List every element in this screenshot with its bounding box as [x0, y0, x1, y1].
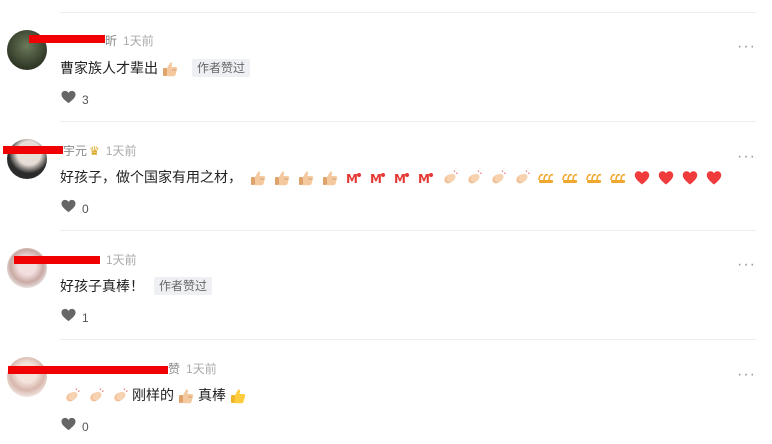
like-button[interactable]: 0	[61, 417, 89, 436]
thumbs-up-yellow-emoji-icon	[230, 388, 246, 404]
thumbs-up-emoji-icon	[162, 61, 178, 77]
like-count: 0	[82, 201, 89, 216]
emoji-group	[174, 386, 198, 403]
comment-text-2: 真棒	[198, 387, 226, 403]
comment-text-row: 好孩子，做个国家有用之材， MMMM	[60, 167, 726, 187]
clap-emoji-icon	[112, 387, 128, 404]
thumbs-up-emoji-icon	[298, 170, 314, 186]
comment-text: 曹家族人才辈出	[60, 60, 158, 76]
more-icon[interactable]: ···	[737, 149, 756, 165]
heart-icon	[61, 199, 76, 218]
emoji-group: MMMM	[246, 168, 726, 186]
comment-time: 1天前	[186, 362, 217, 376]
like-count: 3	[82, 92, 89, 107]
avatar[interactable]	[7, 357, 47, 397]
heart-emoji-icon	[682, 170, 698, 186]
svg-text:M: M	[394, 172, 406, 186]
svg-text:M: M	[346, 172, 358, 186]
redaction-bar	[3, 146, 63, 154]
heart-icon	[61, 417, 76, 436]
cheer-text-emoji-icon: M	[418, 170, 434, 186]
comment-text: 好孩子，做个国家有用之材，	[60, 169, 242, 185]
comment-item: 昕 1天前 ··· 曹家族人才辈出 作者赞过 3	[0, 13, 772, 122]
cheer-text-emoji-icon: M	[394, 170, 410, 186]
comment-meta: 赞 1天前	[168, 360, 217, 377]
heart-emoji-icon	[658, 170, 674, 186]
clap-emoji-icon	[442, 169, 458, 186]
comment-list: 昕 1天前 ··· 曹家族人才辈出 作者赞过 3 宇元 ♛ 1天前 ··· 好孩子，做…	[0, 0, 772, 444]
comment-time: 1天前	[106, 253, 137, 267]
user-name[interactable]: 赞	[168, 362, 180, 376]
thumbs-up-emoji-icon	[178, 388, 194, 404]
like-button[interactable]: 3	[61, 90, 89, 109]
comment-text-row: 好孩子真棒！ 作者赞过	[60, 276, 213, 296]
more-icon[interactable]: ···	[737, 367, 756, 383]
comment-meta: 昕 1天前	[105, 32, 154, 49]
svg-text:M: M	[418, 172, 430, 186]
more-icon[interactable]: ···	[737, 39, 756, 55]
cheer-text-emoji-icon: M	[370, 170, 386, 186]
clap-emoji-icon	[88, 387, 104, 404]
redaction-bar	[29, 35, 105, 43]
comment-text-row: 曹家族人才辈出 作者赞过	[60, 58, 251, 78]
thumbs-up-emoji-icon	[250, 170, 266, 186]
heart-emoji-icon	[706, 170, 722, 186]
clap-emoji-icon	[490, 169, 506, 186]
666-text-emoji-icon	[538, 170, 554, 186]
user-name[interactable]: 昕	[105, 34, 117, 48]
comment-text: 好孩子真棒！	[60, 278, 144, 294]
crown-icon: ♛	[89, 144, 100, 158]
heart-icon	[61, 90, 76, 109]
666-text-emoji-icon	[610, 170, 626, 186]
svg-text:M: M	[370, 172, 382, 186]
emoji-group	[60, 386, 132, 403]
user-name[interactable]: 宇元	[63, 144, 87, 158]
thumbs-up-emoji-icon	[274, 170, 290, 186]
comment-item: 赞 1天前 ··· 刚样的 真棒 0	[0, 340, 772, 444]
heart-emoji-icon	[634, 170, 650, 186]
author-liked-badge: 作者赞过	[154, 277, 213, 295]
heart-icon	[61, 308, 76, 327]
666-text-emoji-icon	[562, 170, 578, 186]
comment-time: 1天前	[105, 144, 137, 158]
comment-time: 1天前	[123, 34, 154, 48]
more-icon[interactable]: ···	[737, 257, 756, 273]
thumbs-up-emoji-icon	[322, 170, 338, 186]
comment-item: 宇元 ♛ 1天前 ··· 好孩子，做个国家有用之材， MMMM 0	[0, 122, 772, 231]
like-count: 1	[82, 310, 89, 325]
redaction-bar	[8, 366, 168, 374]
comment-meta: 1天前	[100, 251, 137, 268]
avatar[interactable]	[7, 139, 47, 179]
emoji-group	[226, 386, 250, 403]
like-count: 0	[82, 419, 89, 434]
cheer-text-emoji-icon: M	[346, 170, 362, 186]
comment-text-row: 刚样的 真棒	[60, 385, 250, 405]
like-button[interactable]: 1	[61, 308, 89, 327]
clap-emoji-icon	[466, 169, 482, 186]
avatar[interactable]	[7, 248, 47, 288]
clap-emoji-icon	[64, 387, 80, 404]
clap-emoji-icon	[514, 169, 530, 186]
redaction-bar	[14, 256, 100, 264]
author-liked-badge: 作者赞过	[192, 59, 251, 77]
like-button[interactable]: 0	[61, 199, 89, 218]
666-text-emoji-icon	[586, 170, 602, 186]
comment-item: 1天前 ··· 好孩子真棒！ 作者赞过 1	[0, 231, 772, 340]
comment-meta: 宇元 ♛ 1天前	[63, 142, 136, 159]
comment-text: 刚样的	[132, 387, 174, 403]
emoji-group	[158, 59, 182, 76]
